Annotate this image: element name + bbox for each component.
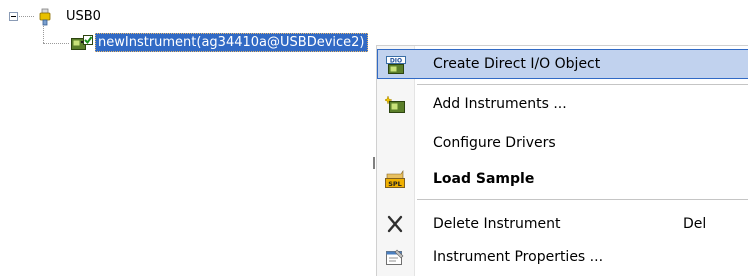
tree-connector bbox=[19, 16, 34, 17]
svg-text:SPL: SPL bbox=[388, 180, 402, 188]
delete-x-icon bbox=[387, 215, 403, 233]
menu-item-label: Configure Drivers bbox=[433, 135, 556, 151]
menu-separator bbox=[417, 84, 748, 85]
menu-item-label: Add Instruments ... bbox=[433, 96, 567, 112]
menu-item-label: Instrument Properties ... bbox=[433, 249, 604, 265]
menu-item-label: Delete Instrument bbox=[433, 216, 561, 232]
tree-connector bbox=[43, 43, 69, 44]
add-instrument-icon bbox=[385, 95, 405, 113]
menu-item-instrument-properties[interactable]: Instrument Properties ... bbox=[377, 242, 748, 272]
menu-item-create-direct-io-object[interactable]: DIO Create Direct I/O Object bbox=[377, 49, 748, 79]
spl-sample-icon: SPL bbox=[385, 170, 405, 188]
menu-item-delete-instrument[interactable]: Delete Instrument Del bbox=[377, 209, 748, 239]
pane-edge bbox=[373, 157, 375, 169]
collapse-toggle-icon[interactable] bbox=[9, 12, 18, 21]
menu-item-configure-drivers[interactable]: Configure Drivers bbox=[377, 128, 748, 158]
menu-item-shortcut: Del bbox=[683, 216, 707, 232]
properties-icon bbox=[386, 249, 404, 265]
usb-plug-icon bbox=[39, 8, 51, 26]
tree-node-usb0[interactable]: USB0 bbox=[66, 9, 101, 24]
menu-separator bbox=[417, 199, 748, 200]
menu-item-load-sample[interactable]: SPL Load Sample bbox=[377, 164, 748, 194]
menu-item-label: Create Direct I/O Object bbox=[433, 56, 601, 72]
menu-item-add-instruments[interactable]: Add Instruments ... bbox=[377, 89, 748, 119]
tree-connector bbox=[43, 26, 44, 43]
context-menu: DIO Create Direct I/O Object Add Instrum… bbox=[376, 45, 748, 276]
dio-icon: DIO bbox=[386, 56, 406, 74]
svg-text:DIO: DIO bbox=[390, 58, 402, 65]
tree-node-new-instrument[interactable]: newInstrument(ag34410a@USBDevice2) bbox=[95, 33, 368, 52]
menu-item-label: Load Sample bbox=[433, 171, 535, 187]
instrument-connected-icon bbox=[71, 35, 93, 50]
